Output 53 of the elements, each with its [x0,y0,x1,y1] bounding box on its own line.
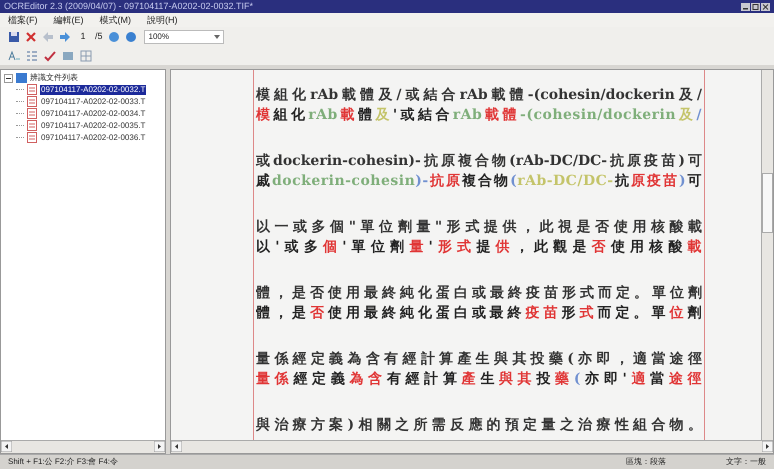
forward-icon[interactable] [59,31,71,43]
scroll-right-icon[interactable] [154,441,165,452]
scanned-text-line: 或dockerin-cohesin)-抗原複合物(rAb-DC/DC-抗原疫苗)可 [256,152,702,170]
window-title: OCREditor 2.3 (2009/04/07) - 097104117-A0202-02-0032.TIF* [4,2,253,11]
scanned-text-line: 以一或多個"單位劑量"形式提供，此視是否使用核酸載 [256,218,702,236]
shortcut-keys-status: Shift + F1:公 F2:介 F3:會 F4:令 [8,456,118,468]
list-tool-icon[interactable] [26,50,38,62]
delete-icon[interactable] [25,31,37,43]
scanned-text-line: 量係經定義為含有經計算產生與其投藥(亦即，適當途徑 [256,350,702,368]
page-number-field[interactable]: 1 [76,30,90,44]
recognized-text-line[interactable]: 體，是 否 使用最終純化蛋白或最終 疫苗 形 式 而定。單 位 劑 [256,304,702,322]
folder-icon [16,73,27,83]
tree-item[interactable]: 097104117-A0202-02-0036.T [40,132,146,142]
zoom-dropdown[interactable]: 100% [144,30,224,44]
text-status: 文字：一般 [726,456,766,468]
document-icon [27,84,37,95]
document-icon [27,120,37,131]
minimize-icon[interactable] [741,2,750,10]
tree-item[interactable]: 097104117-A0202-02-0034.T [40,108,146,118]
scanned-text-line: 與治療方案)相關之所需反應的預定量之治療性組合物。 [256,416,702,434]
document-icon [27,108,37,119]
document-icon [27,132,37,143]
menu-item[interactable]: 模式(M) [100,16,131,24]
collapse-icon[interactable] [4,74,13,82]
recognized-text-line[interactable]: 模 組化 rAb 載 體 及'或結合 rAb 載體-(cohesin/dockerin 及/ [256,106,702,124]
recognized-text-line[interactable]: 以'或多 個'單位劑 量'形式 提 供，此觀是 否 使用核酸 載 [256,238,702,256]
close-icon[interactable] [761,2,770,10]
horizontal-scrollbar[interactable] [171,440,773,453]
tree-item[interactable]: 097104117-A0202-02-0033.T [40,96,146,106]
page-count: /5 [95,30,103,44]
save-icon[interactable] [8,31,20,43]
tree-item[interactable]: 097104117-A0202-02-0032.T [40,84,146,94]
check-icon[interactable] [44,50,56,62]
tree-item[interactable]: 097104117-A0202-02-0035.T [40,120,146,130]
scroll-left-icon[interactable] [171,441,182,452]
menu-item[interactable]: 編輯(E) [54,16,84,24]
vertical-scrollbar[interactable] [761,70,773,440]
scanned-text-line: 體，是否使用最終純化蛋白或最終疫苗形式而定。單位劑 [256,284,702,302]
scroll-left-icon[interactable] [1,441,12,452]
scroll-right-icon[interactable] [762,441,773,452]
horizontal-scrollbar[interactable] [1,440,165,453]
text-tool-icon[interactable] [8,50,20,62]
block-status: 區塊：段落 [626,456,667,468]
menu-item[interactable]: 檔案(F) [8,16,38,24]
grid-tool-icon[interactable] [80,50,92,62]
tree-root-label[interactable]: 辨識文件列表 [30,74,78,82]
recognized-text-line[interactable]: 量係 經定義 為含 有經計算 產 生 與其 投 藥(亦即'適 當 途徑 [256,370,702,388]
menu-item[interactable]: 說明(H) [147,16,178,24]
maximize-icon[interactable] [751,2,760,10]
recognized-text-line[interactable]: 戚dockerin-cohesin)-抗原複合物(rAb-DC/DC-抗原疫苗)可 [256,172,702,190]
caret-icon [212,33,221,41]
scanned-text-line: 模組化rAb載體及/或結合rAb載體-(cohesin/dockerin及/ [256,86,702,104]
document-icon [27,96,37,107]
